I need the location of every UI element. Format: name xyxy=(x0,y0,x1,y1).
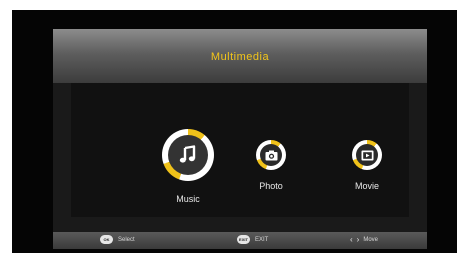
menu-item-photo[interactable]: Photo xyxy=(247,140,295,191)
page-title: Multimedia xyxy=(210,51,270,63)
move-hint: ‹ › Move xyxy=(350,235,378,244)
menu-item-label: Movie xyxy=(354,181,379,191)
menu-item-movie[interactable]: Movie xyxy=(343,140,391,191)
exit-hint-label: EXIT xyxy=(255,236,269,243)
music-note-icon xyxy=(179,145,196,163)
movie-button-ring[interactable] xyxy=(352,140,382,170)
header-bar: Multimedia xyxy=(53,29,427,83)
exit-button-icon: EXIT xyxy=(237,235,250,244)
tv-screen: Multimedia Music Photo Movie OK Select E… xyxy=(12,10,457,253)
footer-hint-bar: OK Select EXIT EXIT ‹ › Move xyxy=(53,232,427,249)
exit-hint: EXIT EXIT xyxy=(237,235,268,244)
photo-button-ring[interactable] xyxy=(256,140,286,170)
move-hint-label: Move xyxy=(363,236,379,243)
left-arrow-icon: ‹ xyxy=(350,235,353,244)
ok-button-icon: OK xyxy=(100,235,113,244)
menu-item-label: Music xyxy=(176,194,200,204)
right-arrow-icon: › xyxy=(356,235,360,244)
music-button-ring[interactable] xyxy=(162,129,214,181)
film-icon xyxy=(361,150,373,160)
menu-item-music[interactable]: Music xyxy=(158,129,218,204)
menu-area: Music Photo Movie xyxy=(71,83,409,217)
camera-icon xyxy=(265,150,277,160)
menu-item-label: Photo xyxy=(259,181,283,191)
select-hint-label: Select xyxy=(118,236,135,243)
select-hint: OK Select xyxy=(100,235,135,244)
multimedia-panel: Multimedia Music Photo Movie OK Select E… xyxy=(53,29,427,249)
